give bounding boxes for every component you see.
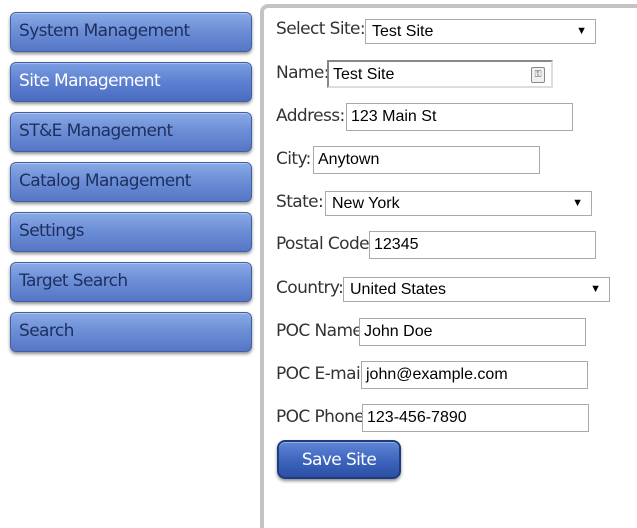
sidebar-item-label: System Management [19,21,190,41]
save-site-button[interactable]: Save Site [277,440,401,479]
address-input[interactable]: 123 Main St [346,103,573,131]
address-value: 123 Main St [351,108,437,125]
name-input[interactable]: Test Site ⚿ [327,60,553,88]
sidebar-item-label: Target Search [19,271,128,291]
sidebar-item-label: Site Management [19,71,161,91]
sidebar-nav: System Management Site Management ST&E M… [10,12,252,362]
postal-code-value: 12345 [374,236,419,253]
poc-name-label: POC Name: [276,321,368,341]
select-site-value: Test Site [372,23,434,40]
sidebar-item-system-management[interactable]: System Management [10,12,252,52]
sidebar-item-label: Search [19,321,74,341]
city-input[interactable]: Anytown [313,146,540,174]
dropdown-arrow-icon: ▼ [572,197,583,209]
sidebar-item-label: Catalog Management [19,171,191,191]
state-dropdown[interactable]: New York ▼ [325,191,592,216]
poc-phone-value: 123-456-7890 [367,409,467,426]
poc-email-input[interactable]: john@example.com [361,361,588,389]
poc-phone-input[interactable]: 123-456-7890 [362,404,589,432]
sidebar-item-catalog-management[interactable]: Catalog Management [10,162,252,202]
poc-name-input[interactable]: John Doe [359,318,586,346]
poc-name-value: John Doe [364,323,433,340]
state-value: New York [332,195,400,212]
country-dropdown[interactable]: United States ▼ [343,277,610,302]
sidebar-item-label: ST&E Management [19,121,173,141]
sidebar-item-search[interactable]: Search [10,312,252,352]
poc-phone-label: POC Phone: [276,407,370,427]
autofill-key-icon[interactable]: ⚿ [531,67,545,83]
sidebar-item-settings[interactable]: Settings [10,212,252,252]
name-value: Test Site [333,66,395,83]
select-site-dropdown[interactable]: Test Site ▼ [365,19,596,44]
name-label: Name: [276,63,329,83]
sidebar-item-site-management[interactable]: Site Management [10,62,252,102]
dropdown-arrow-icon: ▼ [576,25,587,37]
state-label: State: [276,192,324,212]
select-site-label: Select Site: [276,19,366,39]
city-value: Anytown [318,151,380,168]
postal-code-label: Postal Code: [276,234,375,254]
sidebar-item-label: Settings [19,221,85,241]
dropdown-arrow-icon: ▼ [590,283,601,295]
poc-email-value: john@example.com [366,366,508,383]
address-label: Address: [276,106,345,126]
postal-code-input[interactable]: 12345 [369,231,596,259]
country-label: Country: [276,278,344,298]
sidebar-item-target-search[interactable]: Target Search [10,262,252,302]
poc-email-label: POC E-mail: [276,364,370,384]
city-label: City: [276,149,311,169]
country-value: United States [350,281,447,298]
sidebar-item-ste-management[interactable]: ST&E Management [10,112,252,152]
